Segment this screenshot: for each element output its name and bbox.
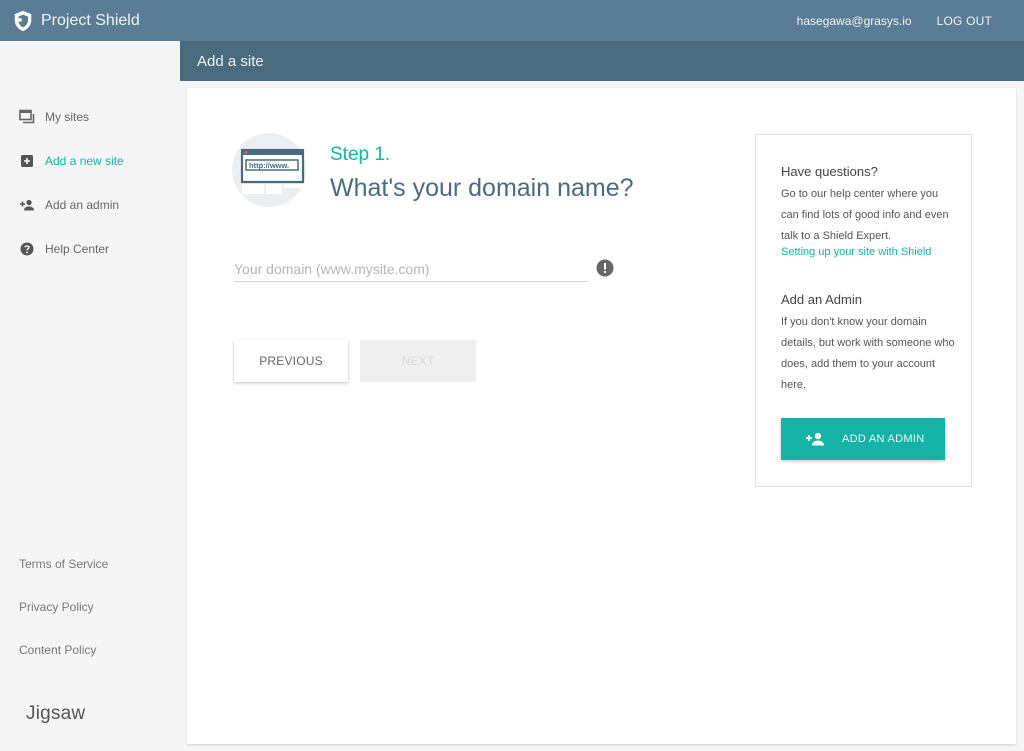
step-label: Step 1. — [330, 144, 391, 165]
add-admin-button-label: ADD AN ADMIN — [842, 433, 925, 445]
help-panel: Have questions? Go to our help center wh… — [755, 134, 972, 487]
domain-headline: What's your domain name? — [330, 174, 634, 202]
add-admin-text: If you don't know your domain details, b… — [781, 316, 955, 391]
user-email: hasegawa@grasys.io — [796, 13, 912, 28]
person-add-icon — [19, 197, 35, 213]
sidebar-item-label: My sites — [45, 110, 90, 124]
domain-input[interactable] — [234, 256, 588, 282]
sidebar-item-help-center[interactable]: Help Center — [19, 241, 109, 257]
sidebar-item-label: Add an admin — [45, 198, 120, 212]
add-site-card: http://www. Step 1. What's your domain n… — [187, 88, 1016, 744]
questions-title: Have questions? — [781, 164, 878, 179]
sidebar-item-add-admin[interactable]: Add an admin — [19, 197, 119, 213]
add-admin-button[interactable]: ADD AN ADMIN — [781, 418, 945, 460]
shield-logo-icon — [14, 10, 32, 31]
sidebar: My sites Add a new site Add an admin Hel… — [0, 41, 180, 751]
brand-logo[interactable]: Project Shield — [12, 10, 140, 32]
help-icon — [19, 241, 35, 257]
terms-of-service-link[interactable]: Terms of Service — [19, 557, 108, 571]
next-button[interactable]: NEXT — [360, 340, 476, 382]
questions-text: Go to our help center where you can find… — [781, 188, 949, 242]
top-bar: Project Shield hasegawa@grasys.io LOG OU… — [0, 0, 1024, 41]
setup-help-link[interactable]: Setting up your site with Shield — [781, 246, 931, 258]
sidebar-item-my-sites[interactable]: My sites — [19, 109, 89, 125]
content-policy-link[interactable]: Content Policy — [19, 643, 96, 657]
previous-button[interactable]: PREVIOUS — [234, 340, 348, 382]
sidebar-item-label: Add a new site — [45, 154, 124, 168]
page-header: Add a site — [180, 41, 1024, 81]
account-area: hasegawa@grasys.io LOG OUT — [797, 14, 992, 28]
browser-illustration-icon: http://www. — [232, 133, 306, 207]
page-title: Add a site — [197, 52, 264, 70]
add-box-icon — [19, 153, 35, 169]
my-sites-icon — [19, 109, 35, 125]
illustration-url-text: http://www. — [249, 161, 289, 170]
alert-info-icon[interactable] — [596, 259, 614, 277]
add-admin-title: Add an Admin — [781, 292, 862, 307]
brand-name: Project Shield — [41, 11, 140, 29]
jigsaw-logo[interactable]: Jigsaw — [26, 703, 85, 725]
sidebar-item-add-new-site[interactable]: Add a new site — [19, 153, 124, 169]
person-add-icon — [805, 432, 825, 446]
logout-button[interactable]: LOG OUT — [937, 14, 992, 28]
sidebar-item-label: Help Center — [45, 242, 110, 256]
privacy-policy-link[interactable]: Privacy Policy — [19, 600, 94, 614]
